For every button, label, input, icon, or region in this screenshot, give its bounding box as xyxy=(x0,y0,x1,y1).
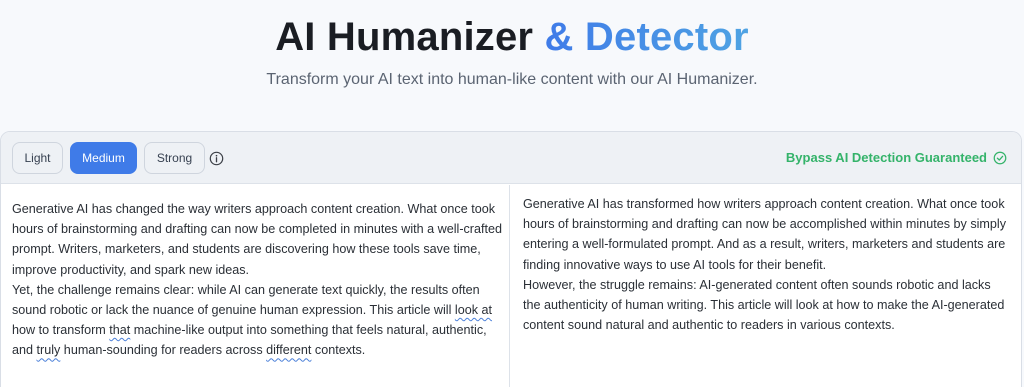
suggestion-different[interactable]: different xyxy=(266,343,311,357)
input-paragraph-2: Yet, the challenge remains clear: while … xyxy=(12,282,493,358)
title-accent: & Detector xyxy=(544,15,749,59)
mode-toolbar: Light Medium Strong Bypass AI Detection … xyxy=(1,132,1021,184)
output-text-area[interactable]: Generative AI has transformed how writer… xyxy=(511,185,1021,387)
mode-light-button[interactable]: Light xyxy=(12,142,63,174)
mode-strong-button[interactable]: Strong xyxy=(144,142,205,174)
mode-medium-button[interactable]: Medium xyxy=(70,142,137,174)
check-circle-icon xyxy=(993,151,1007,165)
hero-section: AI Humanizer & Detector Transform your A… xyxy=(0,0,1024,130)
output-paragraph-1: Generative AI has transformed how writer… xyxy=(523,197,1007,272)
guarantee-label: Bypass AI Detection Guaranteed xyxy=(785,150,987,165)
info-circle-icon[interactable] xyxy=(209,151,224,166)
suggestion-that[interactable]: that xyxy=(109,323,130,337)
humanizer-panel: Light Medium Strong Bypass AI Detection … xyxy=(0,131,1022,387)
humanizer-page: AI Humanizer & Detector Transform your A… xyxy=(0,0,1024,387)
input-text: Generative AI has changed the way writer… xyxy=(12,199,502,361)
input-paragraph-1: Generative AI has changed the way writer… xyxy=(12,202,503,277)
title-main: AI Humanizer xyxy=(275,15,534,59)
output-text: Generative AI has transformed how writer… xyxy=(523,194,1009,335)
page-title: AI Humanizer & Detector xyxy=(0,14,1024,60)
suggestion-look-at[interactable]: look at xyxy=(455,303,492,317)
suggestion-truly[interactable]: truly xyxy=(37,343,61,357)
bypass-guarantee-badge: Bypass AI Detection Guaranteed xyxy=(786,150,1007,166)
output-paragraph-2: However, the struggle remains: AI-genera… xyxy=(523,277,1005,333)
page-subtitle: Transform your AI text into human-like c… xyxy=(266,71,758,88)
input-text-area[interactable]: Generative AI has changed the way writer… xyxy=(1,185,510,387)
